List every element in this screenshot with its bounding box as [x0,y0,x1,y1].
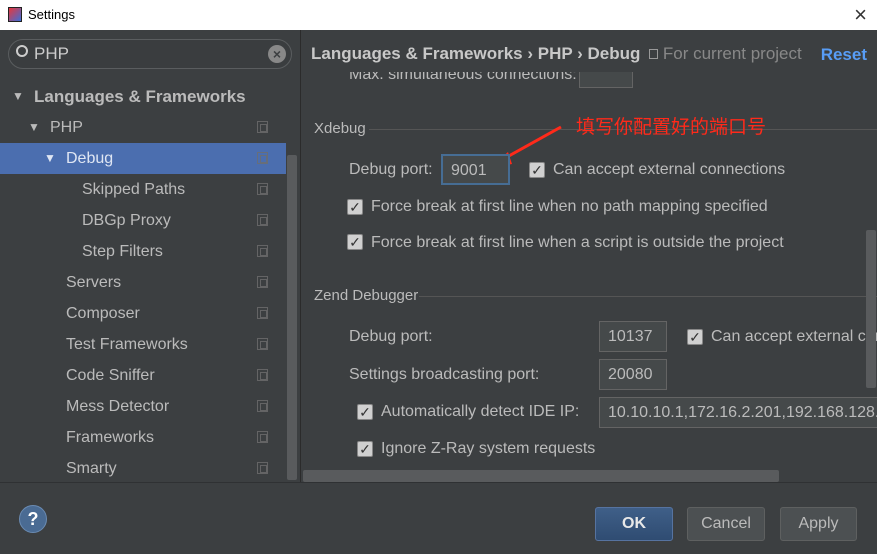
project-config-icon [257,307,268,319]
project-config-icon [257,152,268,164]
project-config-icon [257,369,268,381]
project-config-icon [257,431,268,443]
sidebar-item[interactable]: DBGp Proxy [0,205,286,236]
broadcast-port-input[interactable]: 20080 [599,359,667,390]
sidebar-item-label: Code Sniffer [66,367,155,384]
app-icon [8,7,22,22]
sidebar-item[interactable]: Step Filters [0,236,286,267]
xdebug-port-input[interactable]: 9001 [441,154,510,185]
sidebar-item-label: Composer [66,305,140,322]
search-input[interactable]: PHP × [8,39,292,69]
xdebug-external-checkbox[interactable]: ✓ [529,162,545,178]
search-icon [16,45,28,57]
sidebar-item[interactable]: ▼ Languages & Frameworks [0,81,286,112]
xdebug-section-title: Xdebug [314,120,366,137]
expand-arrow-icon[interactable]: ▼ [28,112,40,143]
sidebar: PHP × ▼ Languages & Frameworks ▼ PHP ▼ Debug S… [0,30,300,482]
sidebar-item-label: Mess Detector [66,398,170,415]
project-config-icon [257,121,268,133]
zend-external-label: Can accept external connections [711,328,877,345]
sidebar-item[interactable]: Test Frameworks [0,329,286,360]
sidebar-scrollbar[interactable] [287,155,297,480]
sidebar-item[interactable]: Composer [0,298,286,329]
sidebar-item-label: Test Frameworks [66,336,188,353]
force-break-outside-label: Force break at first line when a script … [371,234,784,251]
clear-search-icon[interactable]: × [268,45,286,63]
annotation-text: 填写你配置好的端口号 [576,117,767,138]
max-connections-spinner[interactable] [579,72,633,88]
xdebug-port-label: Debug port: [349,161,433,178]
sidebar-item[interactable]: Skipped Paths [0,174,286,205]
sidebar-item-label: Step Filters [82,243,163,260]
zend-section-title: Zend Debugger [314,287,419,304]
sidebar-item[interactable]: Code Sniffer [0,360,286,391]
sidebar-item[interactable]: Servers [0,267,286,298]
scope-label: For current project [662,44,802,63]
sidebar-item-label: DBGp Proxy [82,212,171,229]
content-area: Max. simultaneous connections: Xdebug 填写… [301,72,877,482]
project-config-icon [257,462,268,474]
reset-link[interactable]: Reset [821,45,867,65]
sidebar-item[interactable]: ▼ PHP [0,112,286,143]
crumb[interactable]: Languages & Frameworks [311,44,523,63]
vertical-scrollbar[interactable] [866,230,876,388]
expand-arrow-icon[interactable]: ▼ [44,143,56,174]
force-break-mapping-label: Force break at first line when no path m… [371,198,768,215]
zend-port-label: Debug port: [349,328,433,345]
project-config-icon [257,183,268,195]
project-config-icon [257,245,268,257]
max-connections-label: Max. simultaneous connections: [349,72,577,83]
sidebar-item[interactable]: Frameworks [0,422,286,453]
title-bar: Settings × [0,0,877,30]
zend-port-input[interactable]: 10137 [599,321,667,352]
sidebar-item-label: PHP [50,119,83,136]
sidebar-item-label: Skipped Paths [82,181,186,198]
project-config-icon [257,214,268,226]
broadcast-port-label: Settings broadcasting port: [349,366,540,383]
expand-arrow-icon[interactable]: ▼ [12,81,24,112]
force-break-mapping-checkbox[interactable]: ✓ [347,199,363,215]
project-config-icon [257,338,268,350]
breadcrumb: Languages & Frameworks › PHP › Debug For… [311,44,802,63]
sidebar-item-label: Servers [66,274,122,291]
sidebar-item[interactable]: ▼ Debug [0,143,286,174]
project-scope-icon [649,49,659,59]
project-config-icon [257,276,268,288]
dialog-footer: ? OK Cancel Apply [0,482,877,554]
ignore-zray-checkbox[interactable]: ✓ [357,441,373,457]
zend-external-checkbox[interactable]: ✓ [687,329,703,345]
sidebar-item-label: Frameworks [66,429,155,446]
apply-button[interactable]: Apply [780,507,857,541]
sidebar-item-label: Languages & Frameworks [34,87,246,106]
ignore-zray-label: Ignore Z-Ray system requests [381,440,596,457]
window-title: Settings [28,7,75,22]
sidebar-item[interactable]: Mess Detector [0,391,286,422]
ok-button[interactable]: OK [595,507,673,541]
help-button[interactable]: ? [19,505,47,533]
divider [419,296,877,297]
main-panel: Languages & Frameworks › PHP › Debug For… [300,30,877,482]
crumb: Debug [587,44,641,63]
detect-ip-checkbox[interactable]: ✓ [357,404,373,420]
cancel-button[interactable]: Cancel [687,507,765,541]
sidebar-item[interactable]: Smarty [0,453,286,482]
close-icon[interactable]: × [854,2,867,28]
sidebar-item-label: Debug [66,150,114,167]
project-config-icon [257,400,268,412]
horizontal-scrollbar[interactable] [303,470,779,482]
search-value: PHP [34,44,69,63]
xdebug-external-label: Can accept external connections [553,161,786,178]
ide-ip-input[interactable]: 10.10.10.1,172.16.2.201,192.168.128.1 [599,397,877,428]
detect-ip-label: Automatically detect IDE IP: [381,403,580,420]
crumb[interactable]: PHP [538,44,573,63]
sidebar-item-label: Smarty [66,460,117,477]
force-break-outside-checkbox[interactable]: ✓ [347,234,363,250]
